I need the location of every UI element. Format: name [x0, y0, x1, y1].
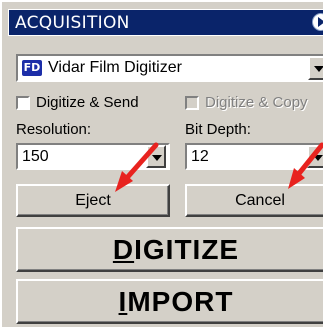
annotation-arrows: [115, 142, 323, 192]
arrow-shaft: [294, 142, 323, 179]
arrow-shaft: [122, 142, 159, 183]
arrow-to-bit-depth-dropdown: [288, 142, 323, 189]
arrow-to-resolution-dropdown: [115, 142, 159, 192]
